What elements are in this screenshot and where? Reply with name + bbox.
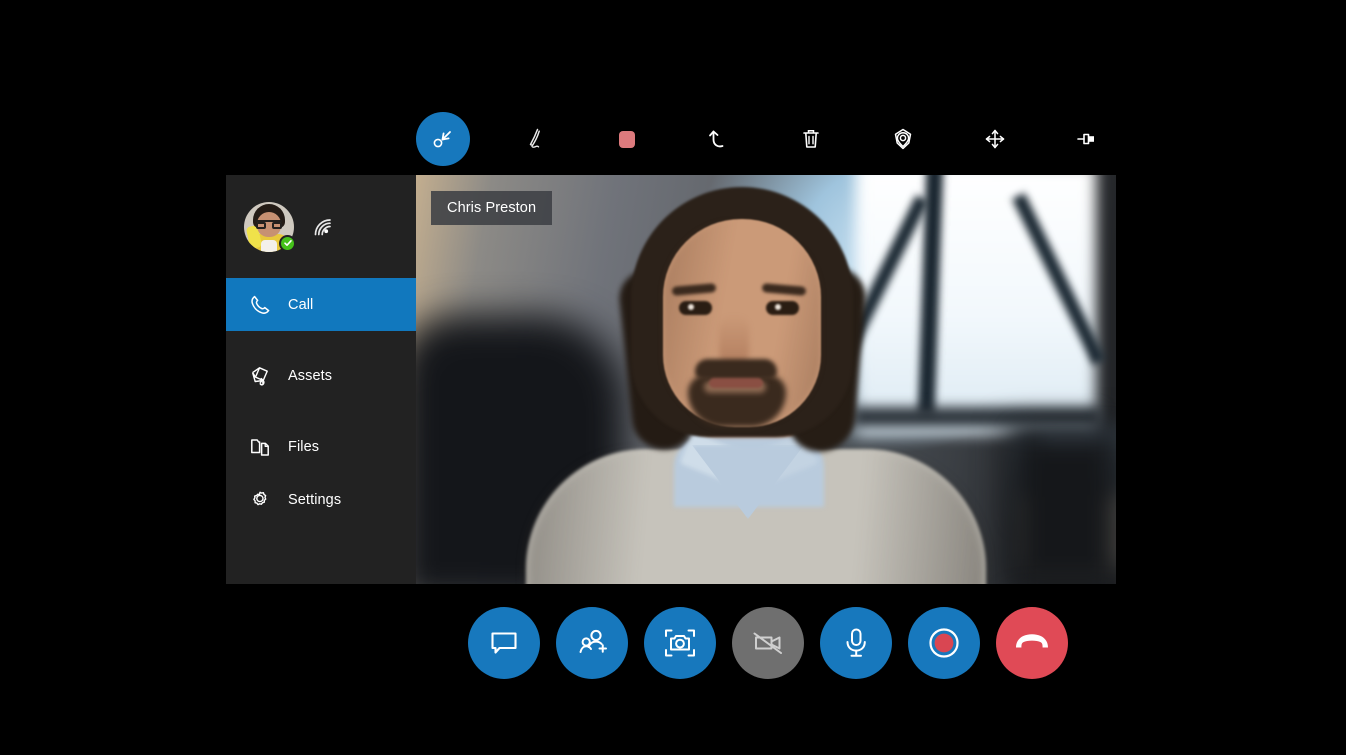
tool-undo[interactable] bbox=[692, 112, 746, 166]
user-profile-block[interactable] bbox=[226, 175, 416, 278]
video-toggle-button[interactable] bbox=[732, 607, 804, 679]
main-panel: Call Assets Files Settings Chris Preston bbox=[226, 175, 1116, 584]
record-button[interactable] bbox=[908, 607, 980, 679]
trash-icon bbox=[797, 125, 825, 153]
check-badge-icon bbox=[279, 234, 296, 252]
camera-capture-icon bbox=[662, 625, 698, 661]
move-arrows-icon bbox=[982, 126, 1008, 152]
folder-files-icon bbox=[246, 433, 274, 461]
tool-pin[interactable] bbox=[1060, 112, 1114, 166]
call-controls bbox=[468, 606, 1103, 680]
end-call-button[interactable] bbox=[996, 607, 1068, 679]
sidebar-item-label: Files bbox=[288, 438, 320, 455]
color-swatch-icon bbox=[615, 127, 639, 151]
tool-color[interactable] bbox=[600, 112, 654, 166]
record-icon bbox=[925, 624, 963, 662]
annotation-toolbar bbox=[416, 112, 1116, 166]
add-person-icon bbox=[574, 625, 610, 661]
microphone-icon bbox=[841, 625, 871, 661]
undo-icon bbox=[704, 124, 734, 154]
sidebar-item-assets[interactable]: Assets bbox=[226, 349, 416, 402]
tool-pointer[interactable] bbox=[416, 112, 470, 166]
microphone-button[interactable] bbox=[820, 607, 892, 679]
tool-move[interactable] bbox=[968, 112, 1022, 166]
pin-icon bbox=[1073, 126, 1101, 152]
camera-off-icon bbox=[749, 626, 787, 660]
chat-bubble-icon bbox=[487, 626, 521, 660]
wifi-signal-icon bbox=[310, 214, 336, 240]
phone-icon bbox=[246, 291, 274, 319]
sidebar-nav: Call Assets Files Settings bbox=[226, 278, 416, 538]
pointer-arrow-icon bbox=[430, 126, 456, 152]
end-call-icon bbox=[1012, 630, 1052, 656]
sidebar-item-settings[interactable]: Settings bbox=[226, 473, 416, 526]
video-feed[interactable]: Chris Preston bbox=[416, 175, 1116, 584]
sidebar-item-label: Settings bbox=[288, 491, 342, 508]
sidebar-item-call[interactable]: Call bbox=[226, 278, 416, 331]
capture-photo-button[interactable] bbox=[644, 607, 716, 679]
tool-pen[interactable] bbox=[508, 112, 562, 166]
tool-marker[interactable] bbox=[876, 112, 930, 166]
sidebar-item-label: Call bbox=[288, 296, 314, 313]
avatar[interactable] bbox=[244, 201, 296, 252]
app-root: Call Assets Files Settings Chris Preston bbox=[0, 0, 1346, 755]
location-marker-icon bbox=[889, 125, 917, 153]
participant-name-tag: Chris Preston bbox=[431, 191, 553, 225]
sidebar-item-files[interactable]: Files bbox=[226, 420, 416, 473]
box-package-icon bbox=[246, 362, 274, 390]
chat-button[interactable] bbox=[468, 607, 540, 679]
tool-delete[interactable] bbox=[784, 112, 838, 166]
pen-icon bbox=[521, 125, 549, 153]
participant-video-image bbox=[416, 175, 1116, 584]
add-participant-button[interactable] bbox=[556, 607, 628, 679]
sidebar: Call Assets Files Settings bbox=[226, 175, 416, 584]
gear-icon bbox=[246, 486, 274, 514]
sidebar-item-label: Assets bbox=[288, 367, 333, 384]
